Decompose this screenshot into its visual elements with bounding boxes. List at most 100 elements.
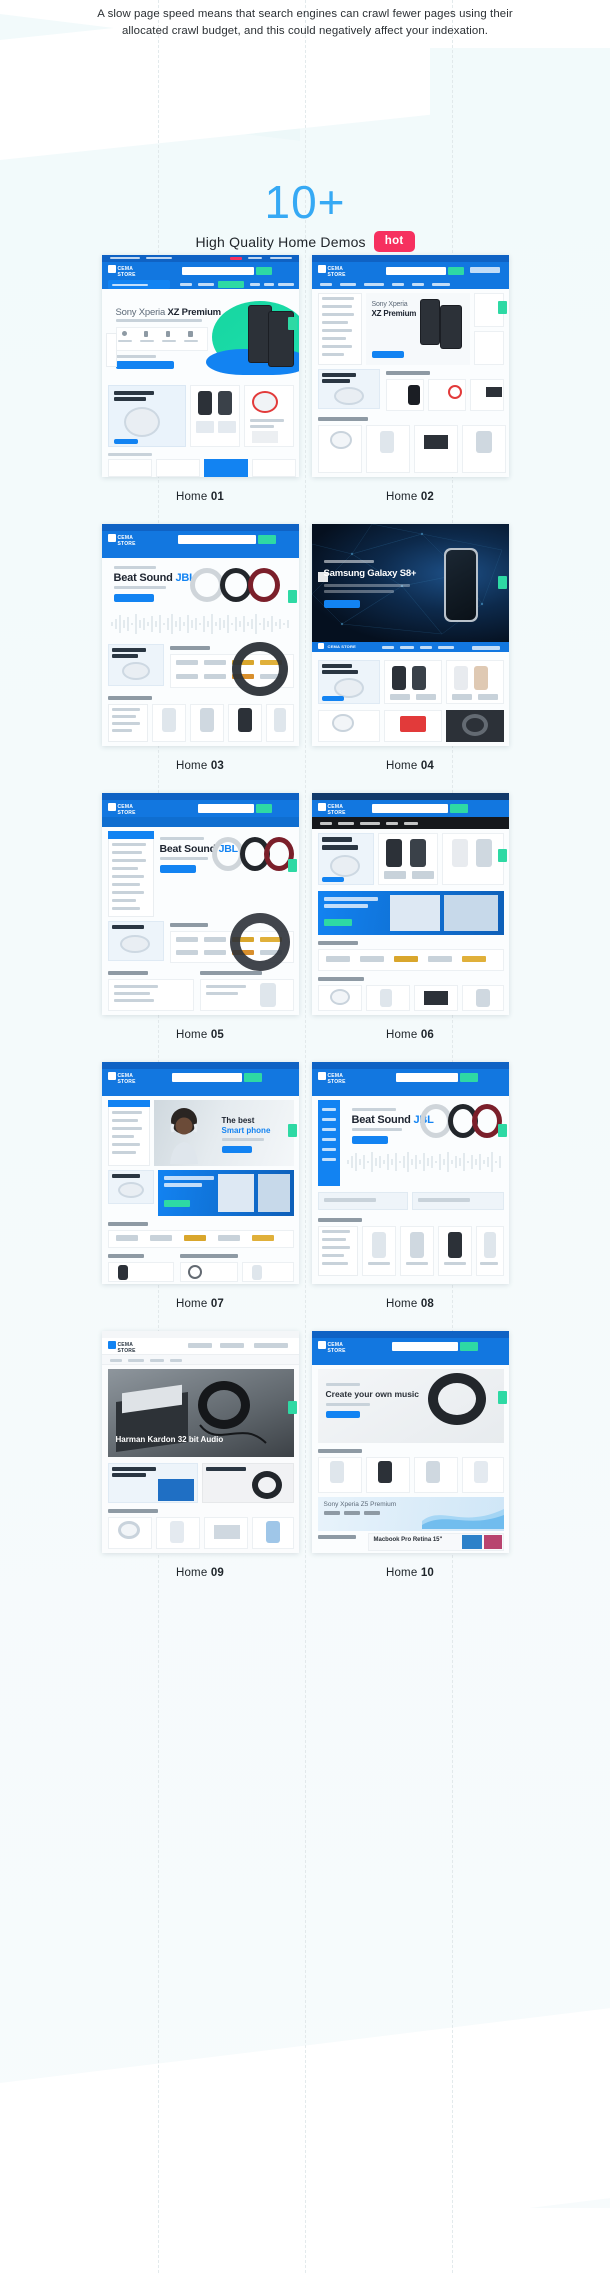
demo-caption-home-07: Home 07	[175, 1298, 225, 1310]
demo-cell-home-06[interactable]: CEMA STORE Home 06	[311, 793, 509, 1062]
promo-text	[111, 1174, 140, 1178]
section-title-4: Macbook Pro Retina 15"	[373, 1537, 443, 1543]
hero-title-bold: Beat Sound	[113, 572, 176, 584]
section-title	[107, 1222, 148, 1226]
mini-brand-label: CEMA STORE	[117, 804, 136, 816]
hero-title-bold: The best	[221, 1116, 255, 1125]
cta-button[interactable]	[115, 361, 174, 369]
demo-thumbnail-home-01[interactable]: CEMA STORE Sony Xperia XZ Premium	[101, 255, 299, 477]
mini-brand-label: CEMA STORE	[327, 1073, 346, 1085]
dark-hero: Samsung Galaxy S8+	[311, 524, 509, 642]
hero-title-light: Sony Xperia	[115, 307, 168, 318]
cta-button[interactable]	[371, 351, 404, 358]
promo-text	[321, 373, 356, 377]
demo-cell-home-07[interactable]: CEMA STORE The best Smart phone Home 07	[101, 1062, 299, 1331]
demos-subtitle: High Quality Home Demos	[195, 233, 366, 250]
demo-cell-home-03[interactable]: CEMA STORE Beat Sound JBL Home 03	[101, 524, 299, 793]
promo-text	[111, 1467, 156, 1471]
demo-cell-home-09[interactable]: CEMA STORE Harman Kardon 32 bit Audio Ho…	[101, 1331, 299, 1600]
promo-text-2	[163, 1176, 214, 1180]
section-title	[317, 941, 358, 945]
section-title	[107, 1254, 144, 1258]
demo-caption-home-06: Home 06	[385, 1029, 435, 1041]
intro-paragraph: A slow page speed means that search engi…	[97, 8, 513, 37]
promo-text-2	[205, 1467, 246, 1471]
section-title	[107, 971, 148, 975]
demo-caption-home-09: Home 09	[175, 1567, 225, 1579]
waveform-graphic	[346, 1152, 501, 1172]
section-title	[317, 1218, 362, 1222]
person-photo-graphic	[169, 1108, 198, 1164]
demo-thumbnail-home-07[interactable]: CEMA STORE The best Smart phone	[101, 1062, 299, 1284]
demo-caption-home-04: Home 04	[385, 760, 435, 772]
hero-title-bold: Harman Kardon 32 bit Audio	[115, 1435, 224, 1444]
section-title	[107, 1509, 158, 1513]
section-title	[169, 646, 210, 650]
demo-cell-home-02[interactable]: CEMA STORE Sony Xperia XZ Premium Home 0…	[311, 255, 509, 524]
cta-button[interactable]	[113, 594, 154, 602]
section-title	[321, 664, 352, 668]
demo-thumbnail-home-10[interactable]: CEMA STORE Create your own music Sony Xp…	[311, 1331, 509, 1553]
section-title	[199, 971, 262, 975]
demo-caption-home-03: Home 03	[175, 760, 225, 772]
mini-brand-label: CEMA STORE	[327, 1342, 346, 1354]
section-title-2: Sony Xperia Z5 Premium	[323, 1501, 397, 1508]
demo-thumbnail-home-04[interactable]: Samsung Galaxy S8+ CEMA STORE	[311, 524, 509, 746]
section-title	[107, 696, 152, 700]
hero-title-light: Sony Xperia	[371, 301, 408, 308]
mini-brand-label: CEMA STORE	[327, 266, 346, 278]
polygon-network-graphic	[311, 524, 502, 635]
demo-caption-home-10: Home 10	[385, 1567, 435, 1579]
section-title	[179, 1254, 238, 1258]
mini-brand-label: CEMA STORE	[117, 1073, 136, 1085]
hero-title-light: Beat Sound	[159, 843, 219, 855]
demo-thumbnail-home-08[interactable]: CEMA STORE Beat Sound JBL	[311, 1062, 509, 1284]
section-title	[317, 1449, 362, 1453]
waveform-graphic	[110, 614, 289, 634]
hero-title-light: Beat Sound	[351, 1114, 414, 1126]
demo-row: CEMA STORE Beat Sound JBL	[0, 524, 610, 793]
cta-button[interactable]	[325, 1411, 360, 1418]
mini-brand-label: CEMA STORE	[327, 644, 356, 649]
demo-thumbnail-home-06[interactable]: CEMA STORE	[311, 793, 509, 1015]
demo-row: CEMA STORE Harman Kardon 32 bit Audio Ho…	[0, 1331, 610, 1600]
section-title	[169, 923, 208, 927]
demo-cell-home-08[interactable]: CEMA STORE Beat Sound JBL Home 08	[311, 1062, 509, 1331]
demo-cell-home-04[interactable]: Samsung Galaxy S8+ CEMA STORE Home 04	[311, 524, 509, 793]
demos-heading: 10+ High Quality Home Demos hot	[0, 175, 610, 252]
demo-grid: CEMA STORE Sony Xperia XZ Premium Home 0…	[0, 255, 610, 1600]
section-title	[385, 371, 430, 375]
demo-caption-home-05: Home 05	[175, 1029, 225, 1041]
demo-thumbnail-home-05[interactable]: CEMA STORE Beat Sound JBL	[101, 793, 299, 1015]
cta-button[interactable]	[159, 865, 196, 873]
demo-thumbnail-home-09[interactable]: CEMA STORE Harman Kardon 32 bit Audio	[101, 1331, 299, 1553]
mini-brand-label: CEMA STORE	[117, 1342, 136, 1354]
cta-button[interactable]	[323, 600, 360, 608]
demo-cell-home-10[interactable]: CEMA STORE Create your own music Sony Xp…	[311, 1331, 509, 1600]
mini-brand-label: CEMA STORE	[117, 535, 136, 547]
demo-cell-home-01[interactable]: CEMA STORE Sony Xperia XZ Premium Home 0…	[101, 255, 299, 524]
hero-title-bold: Create your own music	[325, 1389, 420, 1399]
demo-count: 10+	[264, 176, 346, 228]
demo-row: CEMA STORE Beat Sound JBL	[0, 793, 610, 1062]
demo-row: CEMA STORE	[0, 255, 610, 524]
hero-sub	[323, 560, 374, 563]
hot-badge: hot	[373, 231, 415, 252]
section-title	[317, 977, 364, 981]
hero-title-bold: Samsung Galaxy S8+	[323, 568, 417, 579]
hero-title-bold: XZ Premium	[371, 309, 417, 318]
cta-button[interactable]	[351, 1136, 388, 1144]
hero-title-bold	[321, 837, 352, 842]
section-title-3	[317, 1535, 356, 1539]
wave-graphic	[421, 1509, 504, 1529]
demo-caption-home-01: Home 01	[175, 491, 225, 503]
hero-title-bold: XZ Premium	[167, 307, 222, 318]
cta-button[interactable]	[221, 1146, 252, 1153]
mini-brand-label: CEMA STORE	[327, 804, 346, 816]
mini-brand-label: CEMA STORE	[117, 266, 136, 278]
demo-cell-home-05[interactable]: CEMA STORE Beat Sound JBL Home 05	[101, 793, 299, 1062]
demo-caption-home-02: Home 02	[385, 491, 435, 503]
demo-thumbnail-home-02[interactable]: CEMA STORE Sony Xperia XZ Premium	[311, 255, 509, 477]
demo-thumbnail-home-03[interactable]: CEMA STORE Beat Sound JBL	[101, 524, 299, 746]
demo-row: CEMA STORE	[0, 1062, 610, 1331]
